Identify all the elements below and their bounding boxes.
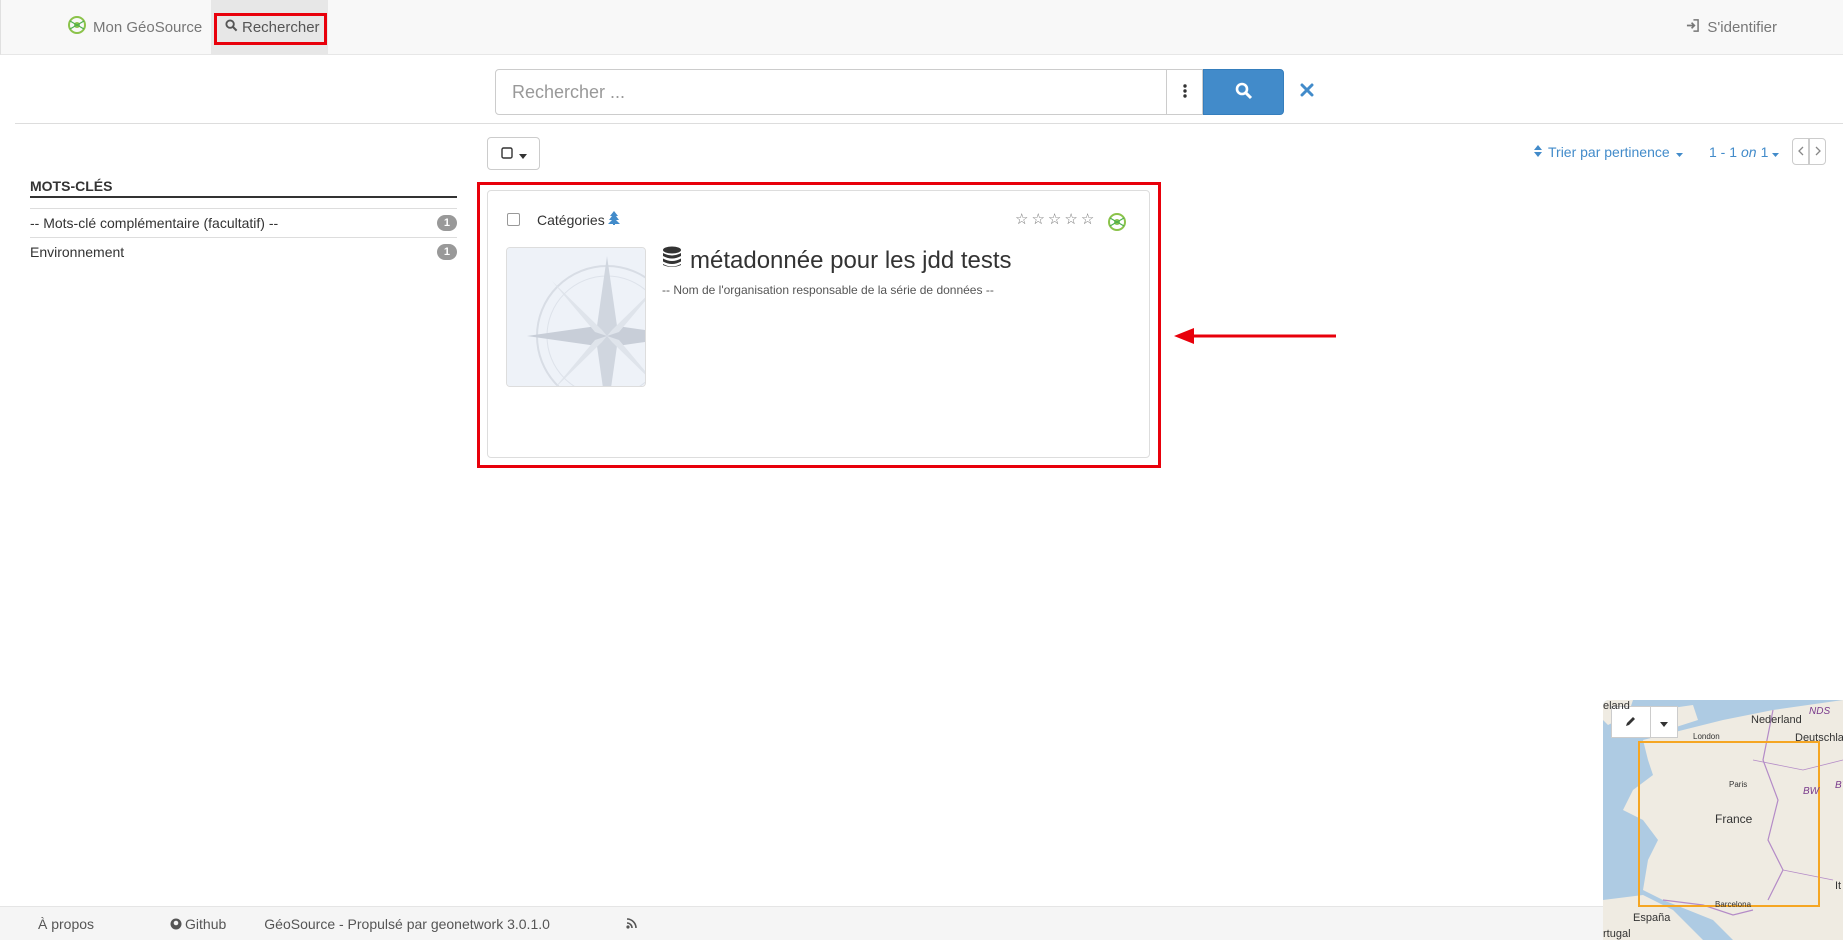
facet-count-badge: 1 [436, 244, 457, 260]
chevron-left-icon [1797, 145, 1804, 159]
about-link[interactable]: À propos [38, 916, 94, 932]
search-options-button[interactable] [1167, 69, 1203, 115]
search-bar [495, 69, 1284, 115]
powered-label: GéoSource - Propulsé par geonetwork 3.0.… [264, 915, 550, 932]
nav-home-label: Mon GéoSource [93, 18, 203, 36]
search-icon [1235, 82, 1253, 103]
map-label: London [1693, 732, 1720, 741]
annotation-arrow-icon [1174, 328, 1336, 344]
annotation-highlight-result [477, 182, 1161, 468]
pager-range: 1 - 1 [1709, 144, 1738, 160]
sort-icon [1534, 144, 1542, 160]
github-link[interactable]: Github [132, 916, 226, 932]
nav-home-link[interactable]: Mon GéoSource [67, 0, 202, 54]
map-label: BY [1835, 780, 1843, 791]
geosource-logo-icon [67, 15, 87, 39]
map-label: España [1633, 912, 1671, 924]
annotation-highlight-nav [214, 13, 327, 45]
chevron-right-icon [1815, 145, 1821, 159]
mini-map[interactable]: eland NDS Nederland Deutschla London Par… [1603, 700, 1843, 940]
sort-dropdown[interactable]: Trier par pertinence [1534, 144, 1683, 160]
map-options-dropdown[interactable] [1651, 706, 1678, 738]
rss-link[interactable] [588, 918, 637, 929]
caret-down-icon [518, 146, 527, 162]
vertical-ellipsis-icon [1182, 83, 1187, 101]
map-label: France [1715, 812, 1753, 826]
about-label: À propos [38, 915, 95, 932]
next-page-button[interactable] [1809, 138, 1826, 165]
map-label: Nederland [1751, 714, 1802, 726]
facet-item-label: -- Mots-clé complémentaire (facultatif) … [30, 215, 279, 231]
caret-down-icon [1772, 144, 1780, 160]
map-label: NDS [1809, 706, 1831, 717]
sort-label: Trier par pertinence [1548, 144, 1670, 160]
facet-title-keywords: MOTS-CLÉS [30, 178, 457, 198]
caret-down-icon [1660, 714, 1668, 730]
sign-in-icon [1686, 18, 1700, 36]
github-icon [170, 918, 182, 930]
map-label: It [1835, 880, 1842, 892]
previous-page-button[interactable] [1792, 138, 1809, 165]
close-icon [1300, 83, 1314, 100]
github-label: Github [185, 915, 227, 932]
powered-by-text: GéoSource - Propulsé par geonetwork 3.0.… [264, 916, 550, 932]
pager-on: on [1741, 144, 1757, 160]
map-label: rtugal [1603, 928, 1631, 940]
pencil-icon [1625, 714, 1637, 730]
caret-down-icon [1675, 144, 1683, 160]
facet-item[interactable]: -- Mots-clé complémentaire (facultatif) … [30, 208, 457, 237]
login-label: S'identifier [1707, 18, 1777, 36]
search-input[interactable] [495, 69, 1167, 115]
divider [15, 123, 1843, 124]
login-link[interactable]: S'identifier [1686, 0, 1777, 54]
search-submit-button[interactable] [1203, 69, 1284, 115]
map-label: eland [1603, 700, 1630, 712]
checkbox-icon [500, 146, 513, 162]
map-label: BW [1803, 786, 1820, 797]
facet-item[interactable]: Environnement 1 [30, 237, 457, 266]
select-all-dropdown[interactable] [487, 137, 540, 170]
footer: À propos Github GéoSource - Propulsé par… [0, 906, 1603, 940]
rss-icon [626, 918, 637, 929]
map-label: Paris [1729, 780, 1748, 789]
facet-count-badge: 1 [436, 215, 457, 231]
clear-search-button[interactable] [1295, 79, 1319, 103]
facet-item-label: Environnement [30, 244, 125, 260]
pager-total: 1 [1760, 144, 1769, 160]
map-label: Barcelona [1715, 900, 1752, 909]
pagination-dropdown[interactable]: 1 - 1 on 1 [1709, 144, 1780, 160]
map-label: Deutschla [1795, 732, 1843, 744]
